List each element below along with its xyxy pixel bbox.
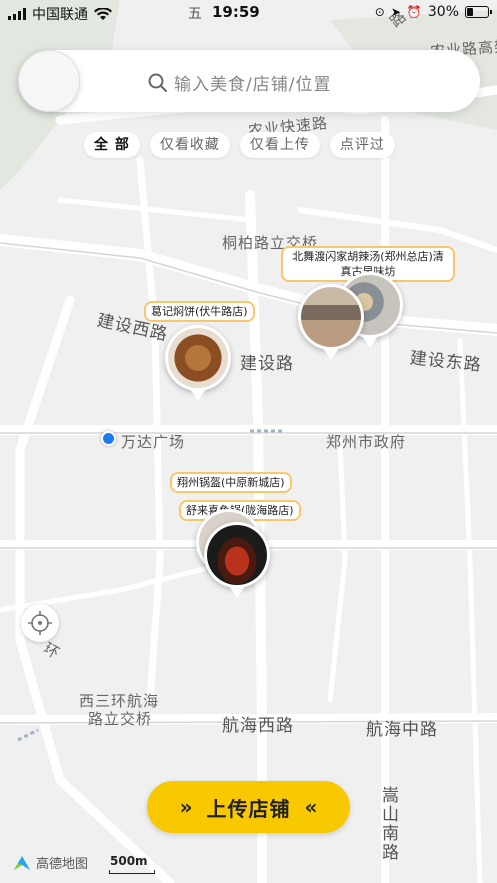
locate-button[interactable] [21, 604, 59, 642]
crosshair-icon [28, 611, 52, 635]
food-photo [207, 525, 267, 585]
map-provider-logo: 高德地图 [12, 853, 88, 872]
food-pin-geji[interactable] [165, 325, 231, 401]
location-arrow-icon: ➤ [390, 5, 401, 19]
food-photo [301, 287, 361, 347]
search-icon [148, 73, 167, 92]
pin-label-guokui[interactable]: 翔州锅盔(中原新城店) [170, 472, 292, 493]
status-time: 19:59 [212, 3, 260, 21]
map-scale-label: 500m [110, 854, 148, 868]
signal-icon [8, 8, 26, 20]
food-photo [168, 328, 228, 388]
alarm-icon: ⏰ [406, 5, 422, 19]
avatar[interactable] [18, 50, 80, 112]
search-input[interactable]: 输入美食/店铺/位置 [148, 70, 331, 95]
filter-chips: 全 部 仅看收藏 仅看上传 点评过 [84, 132, 395, 158]
upload-shop-label: 上传店铺 [206, 796, 291, 821]
battery-level-fill [467, 8, 473, 16]
road-label-hanghai-xilu: 航海西路 [222, 716, 294, 736]
orientation-lock-icon: ⊙ [374, 5, 385, 19]
road-label-songshan-nanlu: 嵩山南路 [378, 786, 398, 862]
double-arrow-left-icon: « [304, 795, 318, 819]
battery-percent: 30% [427, 4, 459, 20]
battery-icon [465, 6, 492, 18]
filter-reviewed[interactable]: 点评过 [329, 132, 395, 158]
search-placeholder: 输入美食/店铺/位置 [174, 75, 332, 95]
double-arrow-right-icon: » [179, 795, 193, 819]
status-bar: 中国联通 五 19:59 ⊙ ➤ ⏰ 30% [0, 0, 497, 26]
filter-favorites[interactable]: 仅看收藏 [149, 132, 230, 158]
amap-logo-icon [14, 855, 30, 870]
filter-uploaded[interactable]: 仅看上传 [239, 132, 320, 158]
landmark-zhengzhou-gov: 郑州市政府 [326, 433, 407, 451]
road-label-jianshe-lu: 建设路 [240, 354, 294, 374]
carrier-name: 中国联通 [32, 7, 88, 23]
food-pin-yuguo[interactable] [204, 522, 270, 598]
map-scale-bar [109, 870, 155, 874]
landmark-wanda: 万达广场 [121, 433, 186, 451]
filter-all[interactable]: 全 部 [84, 132, 140, 158]
food-pin-huolatang[interactable] [298, 284, 364, 360]
map-provider-name: 高德地图 [36, 857, 89, 872]
day-indicator: 五 [188, 6, 202, 22]
pin-label-geji[interactable]: 葛记焖饼(伏牛路店) [144, 301, 255, 322]
user-location-dot [101, 431, 116, 446]
upload-shop-button[interactable]: » 上传店铺 « [147, 781, 350, 833]
landmark-xisanhuan-2: 路立交桥 [88, 710, 153, 728]
wifi-icon [94, 7, 112, 20]
road-label-hanghai-zhonglu: 航海中路 [366, 720, 438, 740]
